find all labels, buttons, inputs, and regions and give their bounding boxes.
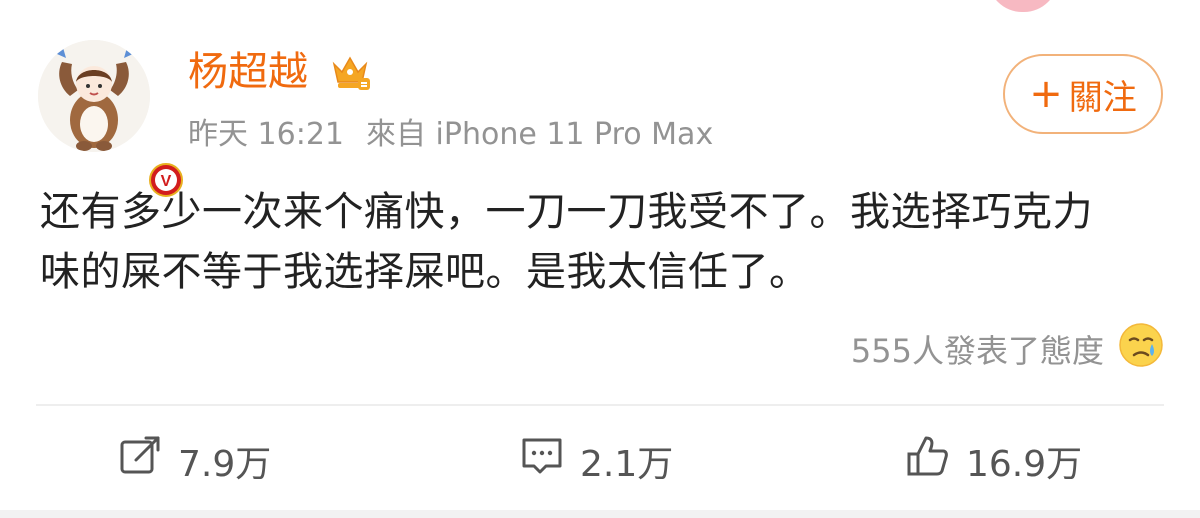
- avatar[interactable]: [38, 40, 150, 152]
- comment-icon: [520, 434, 564, 487]
- avatar-illustration: [38, 40, 150, 152]
- repost-count: 7.9万: [178, 443, 272, 485]
- author-avatar-wrap[interactable]: V: [38, 40, 186, 200]
- post-text: 还有多少一次来个痛快，一刀一刀我受不了。我选择巧克力 味的屎不等于我选择屎吧。是…: [40, 182, 1170, 302]
- repost-button[interactable]: 7.9万: [118, 434, 271, 487]
- post-time: 昨天 16:21: [188, 117, 344, 152]
- action-bar: 7.9万 2.1万 16.9万: [0, 420, 1200, 500]
- bottom-separator: [0, 510, 1200, 518]
- member-crown-icon[interactable]: [328, 50, 372, 94]
- reaction-count-text: 555人發表了態度: [850, 332, 1104, 370]
- post-text-line-2: 味的屎不等于我选择屎吧。是我太信任了。: [40, 249, 810, 295]
- author-name[interactable]: 杨超越: [188, 44, 308, 100]
- divider: [36, 404, 1164, 406]
- thumbs-up-icon: [906, 434, 950, 487]
- comment-button[interactable]: 2.1万: [520, 434, 673, 487]
- like-count: 16.9万: [966, 443, 1083, 485]
- repost-icon: [118, 434, 162, 487]
- reaction-summary[interactable]: 555人發表了態度: [851, 322, 1164, 376]
- like-button[interactable]: 16.9万: [906, 434, 1082, 487]
- post-source[interactable]: 來自 iPhone 11 Pro Max: [366, 117, 713, 152]
- weibo-post-card: V 杨超越 昨天 16:21 來自 iPhone 11 Pro Max + 關注 …: [0, 0, 1200, 518]
- comment-count: 2.1万: [580, 443, 674, 485]
- post-text-line-1: 还有多少一次来个痛快，一刀一刀我受不了。我选择巧克力: [40, 189, 1093, 235]
- follow-button[interactable]: + 關注: [1003, 54, 1163, 134]
- plus-icon: +: [1029, 71, 1063, 117]
- sad-emoji-icon: [1118, 322, 1164, 376]
- post-meta: 昨天 16:21 來自 iPhone 11 Pro Max: [188, 114, 713, 156]
- follow-label: 關注: [1068, 77, 1137, 118]
